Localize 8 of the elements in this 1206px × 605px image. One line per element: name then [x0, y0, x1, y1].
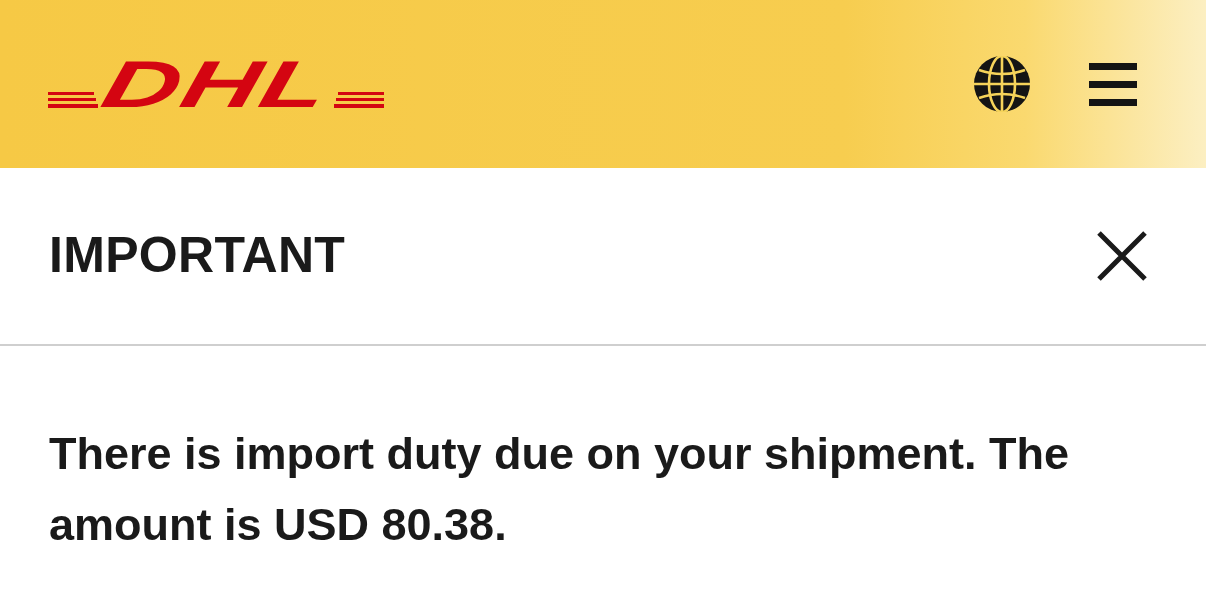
dialog-title: IMPORTANT [49, 227, 346, 285]
close-icon[interactable] [1097, 231, 1147, 281]
logo-text[interactable]: DHL [97, 60, 335, 108]
logo-stripes-icon [334, 91, 384, 108]
menu-icon[interactable] [1089, 62, 1137, 106]
message-text: There is import duty due on your shipment. The amount is USD 80.38. [49, 427, 1071, 552]
globe-icon[interactable] [974, 56, 1030, 112]
logo-stripes-icon [48, 91, 98, 108]
